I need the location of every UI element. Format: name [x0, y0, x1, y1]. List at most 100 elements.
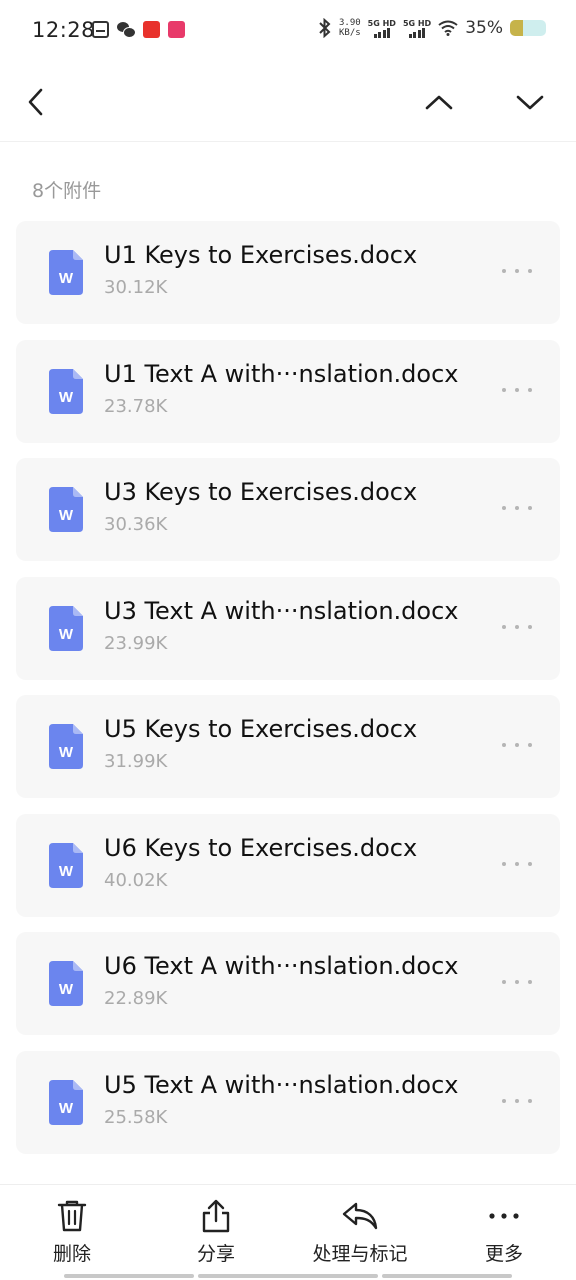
doc-icon-letter: W — [59, 626, 74, 643]
word-document-icon: W — [49, 368, 83, 414]
attachment-size: 30.36K — [104, 514, 168, 535]
word-document-icon: W — [49, 961, 83, 1006]
more-dot — [502, 269, 506, 273]
attachment-name: U6 Keys to Exercises.docx — [104, 833, 418, 862]
reply-icon — [342, 1202, 378, 1230]
delete-label: 删除 — [52, 1243, 91, 1265]
next-button[interactable] — [512, 84, 548, 120]
network-speed-unit: KB/s — [338, 28, 361, 38]
sim1-signal: 5G HD — [368, 19, 396, 38]
handle-and-mark-label: 处理与标记 — [312, 1243, 408, 1265]
item-more-button[interactable] — [502, 500, 532, 516]
more-dot — [515, 269, 519, 273]
doc-icon-letter: W — [59, 507, 74, 524]
wechat-notification-icon — [117, 22, 136, 38]
item-more-button[interactable] — [502, 382, 532, 398]
more-dot — [528, 387, 532, 392]
header-nav — [0, 62, 576, 142]
battery-percent: 35% — [465, 18, 503, 38]
bluetooth-icon — [319, 18, 331, 38]
doc-icon-letter: W — [59, 981, 74, 998]
network-speed: 3.90 KB/s — [339, 18, 361, 38]
share-label: 分享 — [196, 1243, 235, 1265]
more-dot — [515, 980, 519, 984]
item-more-button[interactable] — [502, 856, 532, 872]
more-dot — [528, 269, 532, 273]
attachment-item[interactable]: W U6 Text A with···nslation.docx 22.89K — [16, 932, 560, 1035]
battery-level — [510, 20, 523, 36]
signal-bars-icon — [408, 27, 426, 38]
system-icons: 3.90 KB/s 5G HD 5G HD 35% — [318, 18, 546, 38]
attachment-item[interactable]: W U5 Keys to Exercises.docx 31.99K — [16, 695, 560, 798]
more-dot — [515, 624, 519, 629]
share-button[interactable]: 分享 — [156, 1199, 276, 1266]
word-document-icon: W — [49, 605, 83, 651]
more-dot — [528, 743, 532, 747]
more-label: 更多 — [484, 1243, 523, 1265]
more-dot — [528, 506, 532, 510]
more-dot — [515, 1098, 519, 1103]
attachment-name: U6 Text A with···nslation.docx — [104, 952, 459, 980]
attachment-item[interactable]: W U5 Text A with···nslation.docx 25.58K — [16, 1050, 560, 1154]
more-button[interactable]: 更多 — [444, 1199, 564, 1266]
word-document-icon: W — [49, 842, 83, 888]
handle-and-mark-button[interactable]: 处理与标记 — [300, 1199, 420, 1266]
taobao-notification-icon — [143, 21, 160, 38]
notification-icons — [92, 21, 185, 38]
status-bar: 12:28 3.90 KB/s 5G HD 5G HD 35% — [0, 0, 576, 62]
more-dot — [502, 1098, 506, 1103]
more-dots-icon — [489, 1213, 519, 1219]
attachment-name: U5 Text A with···nslation.docx — [104, 1070, 459, 1099]
attachment-size: 25.58K — [104, 1106, 168, 1128]
more-dot — [528, 861, 532, 866]
doc-icon-letter: W — [59, 1100, 74, 1117]
sim2-signal: 5G HD — [403, 19, 431, 38]
attachment-item[interactable]: W U3 Text A with···nslation.docx 23.99K — [16, 576, 560, 680]
more-dot — [502, 624, 506, 629]
attachment-name: U3 Text A with···nslation.docx — [104, 596, 459, 625]
scroll-indicator — [382, 1274, 512, 1278]
attachment-size: 40.02K — [104, 869, 168, 891]
attachment-list: W U1 Keys to Exercises.docx 30.12K W U1 Text… — [16, 221, 560, 1169]
signal-bars-icon — [373, 27, 391, 38]
mail-notification-icon — [92, 21, 109, 38]
doc-icon-letter: W — [59, 389, 74, 406]
more-dot — [528, 1098, 532, 1103]
more-dot — [502, 980, 506, 984]
attachment-item[interactable]: W U1 Keys to Exercises.docx 30.12K — [16, 221, 560, 324]
attachment-name: U5 Keys to Exercises.docx — [104, 715, 418, 743]
item-more-button[interactable] — [502, 737, 532, 753]
sim2-label: 5G HD — [402, 18, 432, 28]
word-document-icon: W — [49, 1079, 83, 1125]
chevron-up-icon — [425, 95, 453, 110]
attachment-item[interactable]: W U1 Text A with···nslation.docx 23.78K — [16, 339, 560, 443]
more-dot — [528, 624, 532, 629]
attachment-item[interactable]: W U6 Keys to Exercises.docx 40.02K — [16, 813, 560, 917]
word-document-icon: W — [49, 487, 83, 532]
attachment-size: 23.78K — [104, 395, 168, 417]
more-dot — [515, 506, 519, 510]
chevron-left-icon — [28, 88, 43, 116]
attachment-item[interactable]: W U3 Keys to Exercises.docx 30.36K — [16, 458, 560, 561]
attachment-count: 8个附件 — [32, 180, 102, 202]
more-dot — [502, 506, 506, 510]
trash-icon — [57, 1200, 87, 1232]
item-more-button[interactable] — [502, 619, 532, 635]
attachment-name: U3 Keys to Exercises.docx — [104, 478, 418, 506]
more-dot — [515, 387, 519, 392]
previous-button[interactable] — [421, 84, 457, 120]
item-more-button[interactable] — [502, 974, 532, 990]
back-button[interactable] — [18, 84, 54, 120]
item-more-button[interactable] — [502, 263, 532, 279]
word-document-icon: W — [49, 250, 83, 295]
doc-icon-letter: W — [59, 863, 74, 880]
attachment-size: 22.89K — [104, 988, 168, 1009]
delete-button[interactable]: 删除 — [12, 1199, 132, 1266]
share-icon — [202, 1199, 230, 1233]
battery-icon — [510, 20, 546, 36]
item-more-button[interactable] — [502, 1093, 532, 1109]
attachment-name: U1 Keys to Exercises.docx — [104, 241, 418, 269]
status-time: 12:28 — [32, 18, 96, 42]
more-dot — [502, 387, 506, 392]
app-notification-icon — [168, 21, 185, 38]
